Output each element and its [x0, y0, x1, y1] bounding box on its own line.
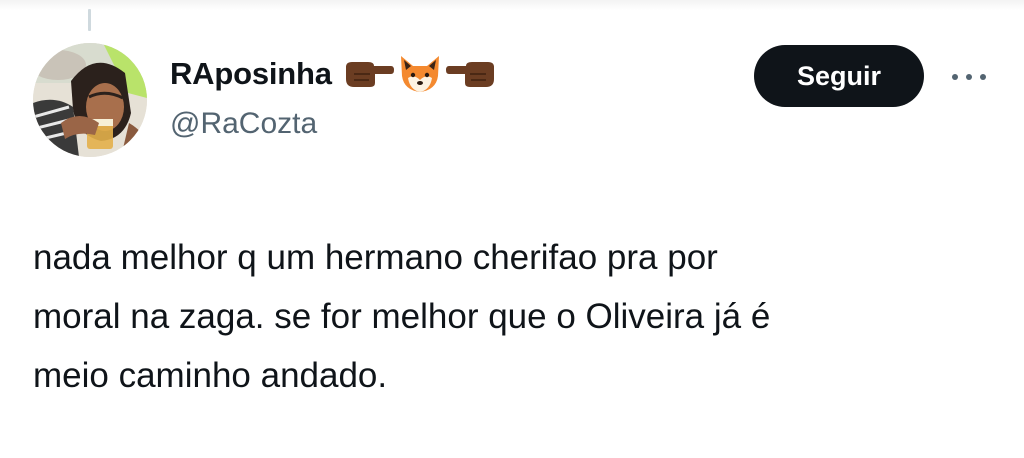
- more-options-button[interactable]: [944, 62, 994, 92]
- top-divider: [0, 0, 1024, 10]
- author-name-row[interactable]: RAposinha: [170, 54, 500, 94]
- author-handle[interactable]: @RaCozta: [170, 107, 317, 141]
- name-emojis: [344, 54, 500, 94]
- thread-connector-line: [88, 9, 91, 31]
- display-name[interactable]: RAposinha: [170, 56, 332, 92]
- fox-face-icon: [400, 56, 439, 92]
- follow-button[interactable]: Seguir: [754, 45, 924, 107]
- backhand-index-pointing-left-icon: [445, 62, 494, 87]
- backhand-index-pointing-right-icon: [345, 62, 394, 87]
- avatar[interactable]: [33, 43, 147, 157]
- tweet-text: nada melhor q um hermano cherifao pra po…: [33, 238, 771, 395]
- tweet-card: RAposinha @RaCozta Seguir nada melhor q …: [0, 0, 1024, 458]
- more-options-icon: [952, 74, 986, 80]
